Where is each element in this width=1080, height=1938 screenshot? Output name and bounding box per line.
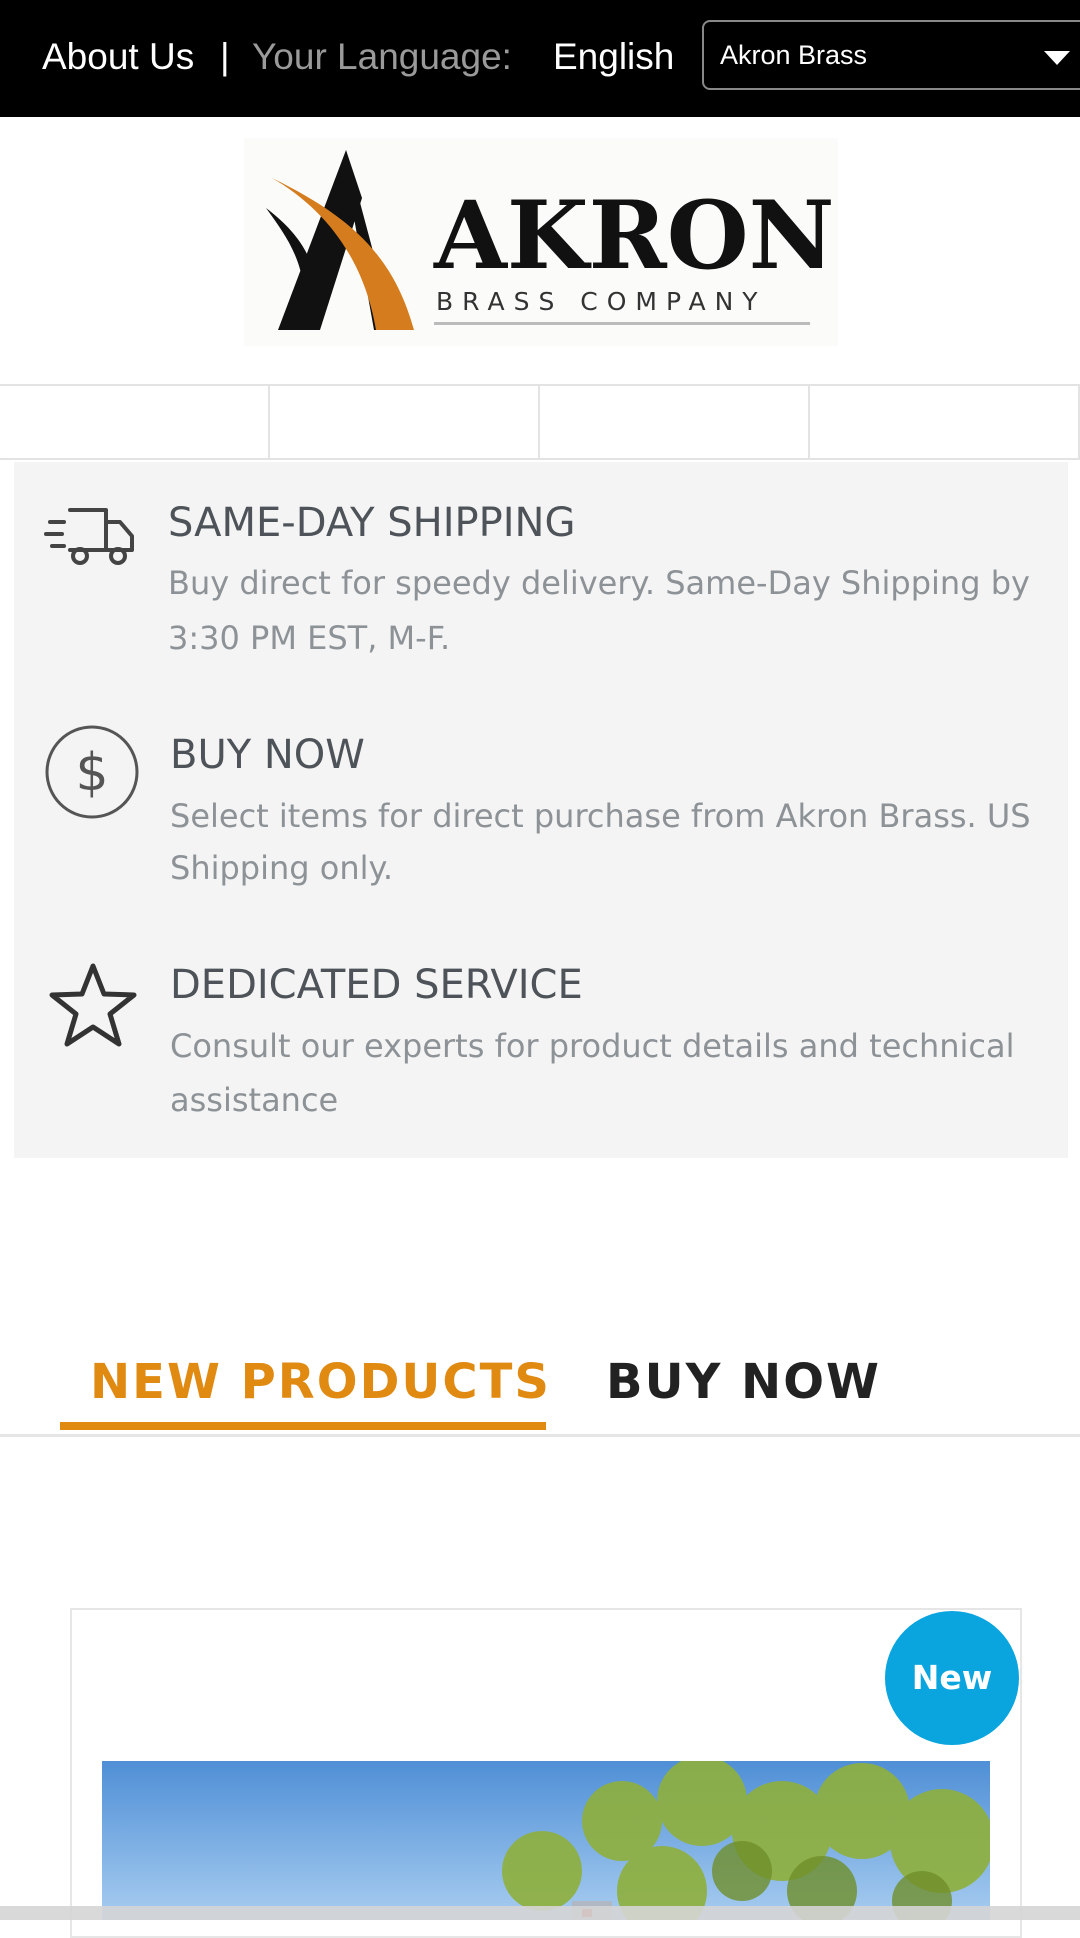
new-badge: New	[885, 1611, 1019, 1745]
product-image[interactable]	[102, 1761, 990, 1920]
tabs-divider	[0, 1434, 1080, 1437]
nav-cell[interactable]	[810, 386, 1080, 458]
feature-desc-line: assistance	[170, 1081, 339, 1119]
brand-select-value: Akron Brass	[720, 40, 868, 70]
feature-desc-line: 3:30 PM EST, M-F.	[168, 619, 451, 657]
svg-text:$: $	[75, 743, 108, 803]
features-panel: SAME-DAY SHIPPING Buy direct for speedy …	[14, 462, 1068, 1158]
bottom-bar	[0, 1906, 1080, 1920]
about-us-link[interactable]: About Us	[42, 36, 194, 78]
logo-tagline: BRASS COMPANY	[436, 287, 767, 316]
star-icon	[49, 963, 137, 1047]
akron-brass-logo[interactable]: AKRON BRASS COMPANY	[244, 138, 838, 346]
dollar-circle-icon: $	[45, 725, 139, 819]
nav-cell[interactable]	[0, 386, 270, 458]
logo-wordmark: AKRON	[433, 181, 835, 291]
nav-cell[interactable]	[270, 386, 540, 458]
separator: |	[220, 36, 230, 77]
feature-title: BUY NOW	[170, 732, 365, 778]
chevron-down-icon	[1044, 51, 1070, 65]
product-tabs: NEW PRODUCTS BUY NOW	[0, 1340, 1080, 1440]
active-tab-indicator	[60, 1422, 546, 1430]
language-selector[interactable]: English	[553, 36, 674, 78]
feature-title: DEDICATED SERVICE	[170, 962, 583, 1008]
nav-row	[0, 384, 1080, 460]
brand-select[interactable]: Akron Brass	[702, 20, 1080, 90]
tab-new-products[interactable]: NEW PRODUCTS	[90, 1354, 551, 1410]
truck-icon	[44, 508, 134, 565]
feature-desc-line: Consult our experts for product details …	[170, 1027, 1015, 1065]
feature-title: SAME-DAY SHIPPING	[168, 500, 576, 546]
nav-cell[interactable]	[540, 386, 810, 458]
feature-desc-line: Buy direct for speedy delivery. Same-Day…	[168, 564, 1030, 602]
feature-desc-line: Select items for direct purchase from Ak…	[170, 797, 1031, 835]
feature-desc-line: Shipping only.	[170, 849, 394, 887]
top-bar: About Us | Your Language: English Akron …	[0, 0, 1080, 117]
language-label: Your Language:	[252, 36, 512, 77]
tab-buy-now[interactable]: BUY NOW	[606, 1354, 881, 1410]
